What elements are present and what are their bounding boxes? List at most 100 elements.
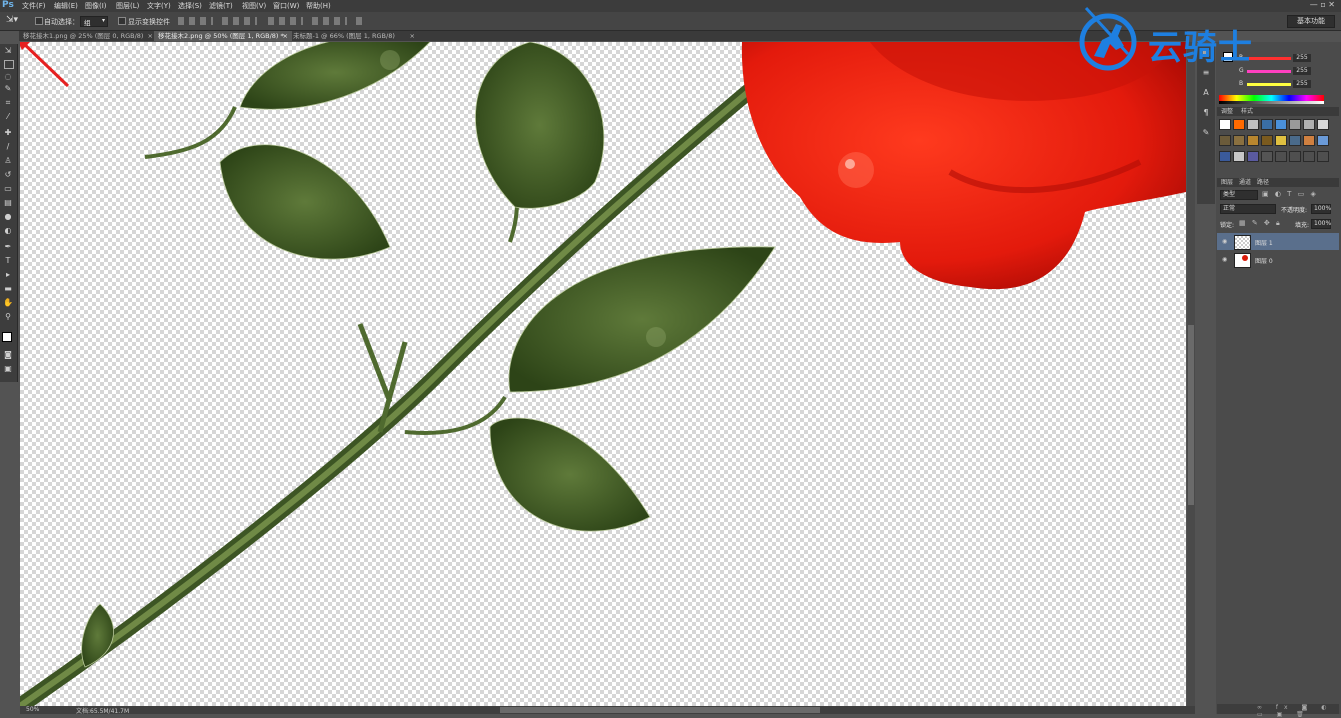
blend-mode-dropdown[interactable]: 正常 xyxy=(1220,204,1276,214)
auto-align-button[interactable] xyxy=(356,17,366,25)
tab-channels[interactable]: 通道 xyxy=(1239,178,1251,187)
zoom-icon[interactable]: ⚲ xyxy=(3,312,13,322)
horizontal-scroll-thumb[interactable] xyxy=(500,707,820,713)
style-swatch[interactable] xyxy=(1261,119,1273,130)
zoom-level[interactable]: 50% xyxy=(26,706,39,713)
history-brush-icon[interactable]: ↺ xyxy=(3,170,13,180)
menu-layer[interactable]: 图层(L) xyxy=(116,1,139,11)
opacity-field[interactable]: 100% xyxy=(1311,204,1331,214)
pen-icon[interactable]: ✒ xyxy=(3,242,13,252)
layer-row-0[interactable]: ◉ 图层 0 xyxy=(1217,251,1339,268)
style-swatch[interactable] xyxy=(1317,151,1329,162)
style-swatch[interactable] xyxy=(1275,135,1287,146)
menu-image[interactable]: 图像(I) xyxy=(85,1,107,11)
style-swatch[interactable] xyxy=(1261,135,1273,146)
align-buttons-2[interactable] xyxy=(222,17,257,25)
align-buttons[interactable] xyxy=(178,17,213,25)
style-swatch[interactable] xyxy=(1289,151,1301,162)
style-swatch[interactable] xyxy=(1303,119,1315,130)
menu-type[interactable]: 文字(Y) xyxy=(147,1,171,11)
style-swatch[interactable] xyxy=(1303,151,1315,162)
style-swatch[interactable] xyxy=(1247,151,1259,162)
menu-window[interactable]: 窗口(W) xyxy=(273,1,299,11)
eraser-icon[interactable]: ▭ xyxy=(3,184,13,194)
dodge-icon[interactable]: ◐ xyxy=(3,226,13,236)
type-icon[interactable]: T xyxy=(3,256,13,266)
eyedropper-icon[interactable]: ⁄ xyxy=(3,112,13,122)
style-swatch[interactable] xyxy=(1261,151,1273,162)
screen-mode-icon[interactable]: ▣ xyxy=(3,364,13,374)
style-swatch[interactable] xyxy=(1219,151,1231,162)
style-swatch[interactable] xyxy=(1233,151,1245,162)
layers-footer-icons[interactable]: ∞ fx ◙ ◐ ▭ ▣ 🗑︎ xyxy=(1217,704,1339,718)
style-swatch[interactable] xyxy=(1247,119,1259,130)
b-value[interactable]: 255 xyxy=(1293,80,1311,88)
style-swatch[interactable] xyxy=(1289,135,1301,146)
style-swatch[interactable] xyxy=(1233,135,1245,146)
tab-document-1[interactable]: 移花接木1.png @ 25% (图层 0, RGB/8) × xyxy=(19,31,157,41)
leaf xyxy=(81,603,114,668)
character-panel-icon[interactable]: A xyxy=(1201,88,1211,98)
close-icon[interactable]: × xyxy=(410,31,415,41)
layer-filter-icons[interactable]: ▣ ◐ T ▭ ◈ xyxy=(1262,190,1318,198)
distribute-buttons-2[interactable] xyxy=(312,17,347,25)
style-swatch[interactable] xyxy=(1275,151,1287,162)
healing-brush-icon[interactable]: ✚ xyxy=(3,128,13,138)
menu-filter[interactable]: 滤镜(T) xyxy=(209,1,233,11)
auto-select-dropdown[interactable]: 组 ▾ xyxy=(80,16,108,27)
vertical-scroll-thumb[interactable] xyxy=(1188,325,1194,505)
menu-view[interactable]: 视图(V) xyxy=(242,1,266,11)
brush-icon[interactable]: / xyxy=(3,142,13,152)
tab-document-3[interactable]: 未标题-1 @ 66% (图层 1, RGB/8) × xyxy=(289,31,419,41)
tab-adjustments[interactable]: 调整 xyxy=(1221,107,1233,116)
eye-icon[interactable]: ◉ xyxy=(1222,256,1227,263)
layer-row-1[interactable]: ◉ 图层 1 xyxy=(1217,233,1339,250)
style-swatch[interactable] xyxy=(1303,135,1315,146)
paragraph-panel-icon[interactable]: ¶ xyxy=(1201,108,1211,118)
eye-icon[interactable]: ◉ xyxy=(1222,238,1227,245)
move-tool-icon[interactable]: ⇲▾ xyxy=(6,15,18,25)
document-canvas[interactable] xyxy=(20,42,1186,706)
style-swatch[interactable] xyxy=(1275,119,1287,130)
style-swatch[interactable] xyxy=(1247,135,1259,146)
style-swatch[interactable] xyxy=(1317,135,1329,146)
distribute-buttons[interactable] xyxy=(268,17,303,25)
tab-styles[interactable]: 样式 xyxy=(1241,107,1253,116)
b-slider[interactable] xyxy=(1247,83,1291,86)
style-swatch[interactable] xyxy=(1233,119,1245,130)
foreground-color-swatch[interactable] xyxy=(2,332,12,342)
window-controls[interactable]: — ▫ ✕ xyxy=(1310,0,1335,9)
auto-select-checkbox[interactable] xyxy=(35,17,43,25)
menu-file[interactable]: 文件(F) xyxy=(22,1,46,11)
quick-select-icon[interactable]: ✎ xyxy=(3,84,13,94)
layer-kind-filter[interactable]: 类型 xyxy=(1220,190,1258,200)
lock-icons[interactable]: ▦ ✎ ✥ 🔒︎ xyxy=(1239,219,1282,228)
lasso-icon[interactable]: ◌ xyxy=(3,72,13,82)
tab-paths[interactable]: 路径 xyxy=(1257,178,1269,187)
tab-layers[interactable]: 图层 xyxy=(1221,178,1233,187)
show-transform-checkbox[interactable] xyxy=(118,17,126,25)
menu-edit[interactable]: 编辑(E) xyxy=(54,1,78,11)
grayscale-ramp[interactable] xyxy=(1219,101,1324,104)
crop-icon[interactable]: ⌗ xyxy=(3,98,13,108)
style-swatch[interactable] xyxy=(1219,119,1231,130)
fill-field[interactable]: 100% xyxy=(1311,219,1331,229)
style-swatch[interactable] xyxy=(1317,119,1329,130)
brush-panel-icon[interactable]: ✎ xyxy=(1201,128,1211,138)
style-swatch[interactable] xyxy=(1219,135,1231,146)
close-icon[interactable]: × xyxy=(283,31,288,41)
hand-icon[interactable]: ✋ xyxy=(3,298,13,308)
shape-icon[interactable]: ▬ xyxy=(3,284,13,294)
move-tool-icon[interactable]: ⇲ xyxy=(3,46,13,56)
stamp-icon[interactable]: ♙ xyxy=(3,156,13,166)
menu-help[interactable]: 帮助(H) xyxy=(306,1,331,11)
blur-icon[interactable]: ● xyxy=(3,212,13,222)
tab-document-2[interactable]: 移花接木2.png @ 50% (图层 1, RGB/8) * × xyxy=(154,31,292,41)
style-swatch[interactable] xyxy=(1289,119,1301,130)
path-select-icon[interactable]: ▸ xyxy=(3,270,13,280)
close-icon[interactable]: × xyxy=(148,31,153,41)
quick-mask-icon[interactable]: ◙ xyxy=(3,350,13,360)
rectangular-marquee-icon[interactable] xyxy=(4,60,14,69)
menu-select[interactable]: 选择(S) xyxy=(178,1,202,11)
gradient-icon[interactable]: ▤ xyxy=(3,198,13,208)
